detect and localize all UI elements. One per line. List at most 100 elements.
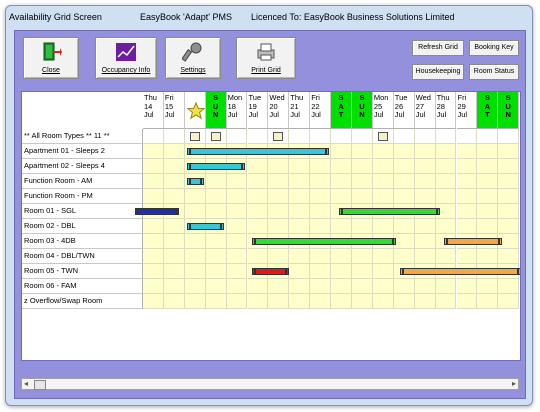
grid-cell[interactable] xyxy=(435,144,457,159)
grid-cell[interactable] xyxy=(414,234,436,249)
grid-cell[interactable] xyxy=(393,294,415,309)
grid-cell[interactable] xyxy=(498,294,520,309)
grid-cell[interactable] xyxy=(289,249,311,264)
date-column-header[interactable]: Tue 19 Jul xyxy=(247,92,269,129)
grid-cell[interactable] xyxy=(498,174,520,189)
grid-cell[interactable] xyxy=(498,189,520,204)
room-row-label[interactable]: Room 06 - FAM xyxy=(22,279,143,294)
grid-cell[interactable] xyxy=(435,129,457,144)
grid-cell[interactable] xyxy=(477,129,499,144)
grid-cell[interactable] xyxy=(163,294,185,309)
grid-cell[interactable] xyxy=(310,264,332,279)
grid-cell[interactable] xyxy=(372,219,394,234)
room-status-button[interactable]: Room Status xyxy=(469,64,519,80)
date-column-header[interactable]: SUN xyxy=(498,92,520,129)
grid-cell[interactable] xyxy=(143,189,164,204)
booking-bar[interactable] xyxy=(186,148,329,155)
booking-bar[interactable] xyxy=(186,163,246,170)
grid-cell[interactable] xyxy=(268,219,290,234)
grid-cell[interactable] xyxy=(331,294,352,309)
grid-cell[interactable] xyxy=(163,249,185,264)
grid-cell[interactable] xyxy=(163,264,185,279)
grid-cell[interactable] xyxy=(289,219,311,234)
room-row-label[interactable]: Room 01 - SGL xyxy=(22,204,143,219)
grid-cell[interactable] xyxy=(331,249,352,264)
grid-cell[interactable] xyxy=(435,219,457,234)
grid-cell[interactable] xyxy=(310,159,332,174)
grid-cell[interactable] xyxy=(289,264,311,279)
grid-cell[interactable] xyxy=(184,249,206,264)
date-column-header[interactable]: Fri 15 Jul xyxy=(163,92,185,129)
grid-cell[interactable] xyxy=(456,144,478,159)
booking-bar[interactable] xyxy=(251,268,290,275)
grid-cell[interactable] xyxy=(268,189,290,204)
grid-cell[interactable] xyxy=(226,234,248,249)
grid-cell[interactable] xyxy=(268,174,290,189)
grid-cell[interactable] xyxy=(310,174,332,189)
room-row-label[interactable]: Room 03 - 4DB xyxy=(22,234,143,249)
grid-cell[interactable] xyxy=(435,174,457,189)
grid-cell[interactable] xyxy=(352,189,373,204)
grid-cell[interactable] xyxy=(498,159,520,174)
note-icon[interactable] xyxy=(377,132,388,141)
grid-cell[interactable] xyxy=(477,279,499,294)
grid-cell[interactable] xyxy=(163,189,185,204)
refresh-grid-button[interactable]: Refresh Grid xyxy=(412,40,464,56)
date-column-header[interactable]: Wed 27 Jul xyxy=(414,92,436,129)
date-column-header[interactable]: SAT xyxy=(331,92,352,129)
grid-cell[interactable] xyxy=(498,219,520,234)
grid-cell[interactable] xyxy=(372,159,394,174)
note-icon[interactable] xyxy=(210,132,221,141)
grid-cell[interactable] xyxy=(310,189,332,204)
grid-cell[interactable] xyxy=(226,294,248,309)
grid-cell[interactable] xyxy=(498,249,520,264)
booking-bar[interactable] xyxy=(186,223,225,230)
grid-cell[interactable] xyxy=(456,294,478,309)
scroll-thumb[interactable] xyxy=(34,380,46,390)
grid-cell[interactable] xyxy=(163,219,185,234)
grid-cell[interactable] xyxy=(143,264,164,279)
room-row-label[interactable]: Room 04 - DBL/TWN xyxy=(22,249,143,264)
grid-cell[interactable] xyxy=(226,249,248,264)
grid-cell[interactable] xyxy=(184,204,206,219)
grid-cell[interactable] xyxy=(289,189,311,204)
grid-cell[interactable] xyxy=(352,294,373,309)
grid-cell[interactable] xyxy=(184,279,206,294)
grid-cell[interactable] xyxy=(414,279,436,294)
grid-cell[interactable] xyxy=(247,294,269,309)
grid-cell[interactable] xyxy=(477,144,499,159)
grid-cell[interactable] xyxy=(372,279,394,294)
grid-cell[interactable] xyxy=(143,159,164,174)
date-column-header[interactable]: SAT xyxy=(477,92,499,129)
grid-cell[interactable] xyxy=(393,279,415,294)
grid-cell[interactable] xyxy=(456,129,478,144)
housekeeping-button[interactable]: Housekeeping xyxy=(412,64,464,80)
grid-cell[interactable] xyxy=(247,279,269,294)
grid-cell[interactable] xyxy=(498,279,520,294)
grid-cell[interactable] xyxy=(268,159,290,174)
date-column-header[interactable]: Fri 22 Jul xyxy=(310,92,332,129)
grid-cell[interactable] xyxy=(498,144,520,159)
booking-bar[interactable] xyxy=(251,238,396,245)
grid-cell[interactable] xyxy=(226,129,248,144)
grid-cell[interactable] xyxy=(352,129,373,144)
grid-cell[interactable] xyxy=(247,174,269,189)
grid-cell[interactable] xyxy=(414,249,436,264)
grid-cell[interactable] xyxy=(310,249,332,264)
booking-bar[interactable] xyxy=(443,238,503,245)
grid-cell[interactable] xyxy=(393,249,415,264)
grid-cell[interactable] xyxy=(393,159,415,174)
grid-cell[interactable] xyxy=(477,204,499,219)
date-column-header[interactable]: Mon 25 Jul xyxy=(372,92,394,129)
grid-cell[interactable] xyxy=(289,129,311,144)
scroll-left-icon[interactable]: ◂ xyxy=(24,379,28,389)
grid-cell[interactable] xyxy=(372,189,394,204)
date-column-header[interactable]: Thu 21 Jul xyxy=(289,92,311,129)
grid-cell[interactable] xyxy=(143,174,164,189)
note-icon[interactable] xyxy=(273,132,284,141)
grid-cell[interactable] xyxy=(414,189,436,204)
grid-cell[interactable] xyxy=(226,204,248,219)
grid-cell[interactable] xyxy=(456,279,478,294)
close-button[interactable]: Close xyxy=(23,37,79,79)
grid-cell[interactable] xyxy=(205,204,227,219)
